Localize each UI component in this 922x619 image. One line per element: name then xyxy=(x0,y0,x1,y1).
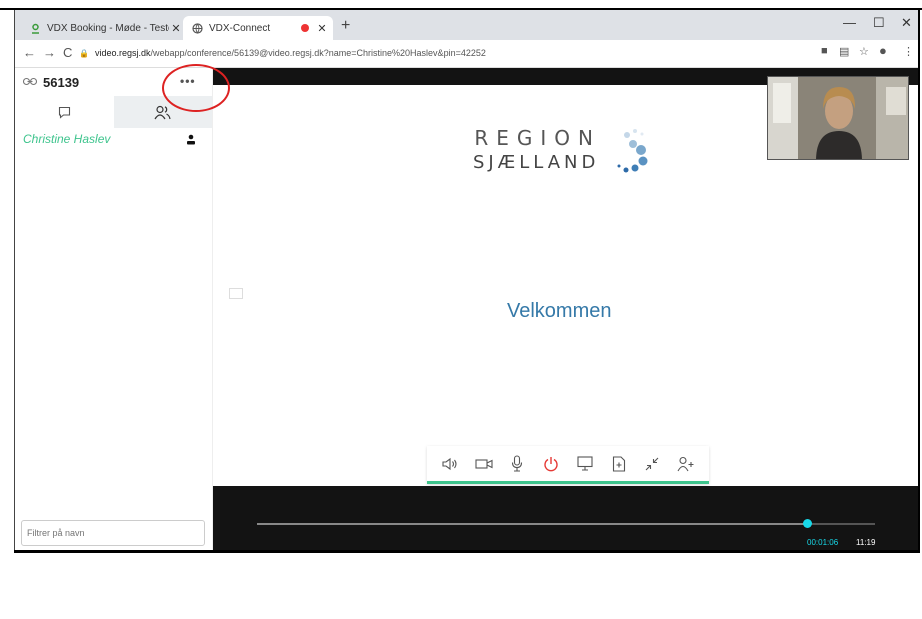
speaker-icon xyxy=(442,457,457,470)
conference-id: 56139 xyxy=(43,74,80,90)
screen-share-icon xyxy=(577,456,593,471)
participants-sidebar: 56139 ••• Christine Haslev xyxy=(15,68,213,550)
frame-right xyxy=(918,8,920,553)
forward-arrow-icon[interactable]: → xyxy=(43,45,56,60)
camera-button[interactable] xyxy=(473,453,495,475)
add-person-button[interactable] xyxy=(675,453,697,475)
participant-row[interactable]: Christine Haslev xyxy=(15,128,212,150)
tab-title: VDX Booking - Møde - Testopkal xyxy=(47,22,169,34)
menu-kebab-icon[interactable]: ⋮ xyxy=(903,45,914,58)
profile-icon[interactable]: ● xyxy=(879,43,887,58)
logo-line1: REGION xyxy=(474,126,601,150)
timeline-bar: 00:01:06 11:19 xyxy=(213,486,918,550)
minimize-button[interactable] xyxy=(641,453,663,475)
logo-dots-icon xyxy=(617,129,648,173)
region-logo: REGION SJÆLLAND xyxy=(473,126,648,173)
address-bar[interactable]: 🔒 video.regsj.dk /webapp/conference/5613… xyxy=(79,43,819,63)
filter-name-input[interactable] xyxy=(21,520,205,546)
person-icon xyxy=(186,132,196,150)
self-view-image xyxy=(768,77,908,159)
logo-line2: SJÆLLAND xyxy=(473,152,600,173)
timeline-progress xyxy=(257,523,807,525)
timeline-handle[interactable] xyxy=(803,519,812,528)
bookmark-star-icon[interactable]: ☆ xyxy=(859,45,869,58)
minimize-window-icon[interactable]: — xyxy=(843,15,856,30)
tab-chat[interactable] xyxy=(15,96,114,128)
new-tab-plus-icon[interactable]: + xyxy=(341,17,350,35)
welcome-text: Velkommen xyxy=(507,300,612,322)
hangup-button[interactable] xyxy=(540,453,562,475)
screen-share-button[interactable] xyxy=(574,453,596,475)
maximize-window-icon[interactable]: ☐ xyxy=(873,15,885,31)
tab-title: VDX-Connect xyxy=(209,22,271,34)
time-current: 00:01:06 xyxy=(807,538,839,547)
sidebar-toggle-icon[interactable] xyxy=(229,288,243,299)
recording-indicator-icon xyxy=(301,24,309,32)
lock-icon: 🔒 xyxy=(79,48,89,58)
globe-icon xyxy=(191,22,203,34)
reload-icon[interactable]: C xyxy=(63,45,72,60)
browser-window: VDX Booking - Møde - Testopkal ✕ VDX-Con… xyxy=(14,10,918,550)
minimize-icon xyxy=(645,457,659,470)
self-view-video[interactable] xyxy=(767,76,909,160)
chat-icon xyxy=(58,106,70,119)
power-icon xyxy=(544,456,558,471)
back-arrow-icon[interactable]: ← xyxy=(23,45,36,60)
camera-icon xyxy=(475,458,493,469)
microphone-button[interactable] xyxy=(506,453,528,475)
translate-icon[interactable]: ▤ xyxy=(839,45,849,58)
tab-vdx-connect[interactable]: VDX-Connect ✕ xyxy=(183,16,333,40)
participants-icon xyxy=(154,105,171,119)
speaker-button[interactable] xyxy=(439,453,461,475)
time-total: 11:19 xyxy=(856,538,876,547)
participant-name: Christine Haslev xyxy=(23,132,111,146)
add-person-icon xyxy=(677,456,694,471)
frame-bottom xyxy=(14,550,920,553)
url-path: /webapp/conference/56139@video.regsj.dk?… xyxy=(150,48,486,58)
close-tab-icon[interactable]: ✕ xyxy=(315,22,329,35)
video-stage: REGION SJÆLLAND Velkommen 00:01:06 11:19 xyxy=(213,68,918,550)
vdx-booking-favicon-icon xyxy=(29,22,41,34)
link-icon[interactable] xyxy=(22,75,38,89)
close-window-icon[interactable]: ✕ xyxy=(901,15,912,31)
add-file-icon xyxy=(612,455,625,472)
tab-strip: VDX Booking - Møde - Testopkal ✕ VDX-Con… xyxy=(15,10,918,40)
browser-toolbar: ← → C 🔒 video.regsj.dk /webapp/conferenc… xyxy=(15,40,918,68)
close-tab-icon[interactable]: ✕ xyxy=(169,22,183,35)
tab-vdx-booking[interactable]: VDX Booking - Møde - Testopkal ✕ xyxy=(21,16,187,40)
microphone-icon xyxy=(512,455,523,472)
call-control-bar xyxy=(427,446,709,484)
add-file-button[interactable] xyxy=(608,453,630,475)
camera-permission-icon[interactable]: ■ xyxy=(821,45,828,57)
url-host: video.regsj.dk xyxy=(94,48,151,58)
highlight-circle xyxy=(162,64,230,112)
